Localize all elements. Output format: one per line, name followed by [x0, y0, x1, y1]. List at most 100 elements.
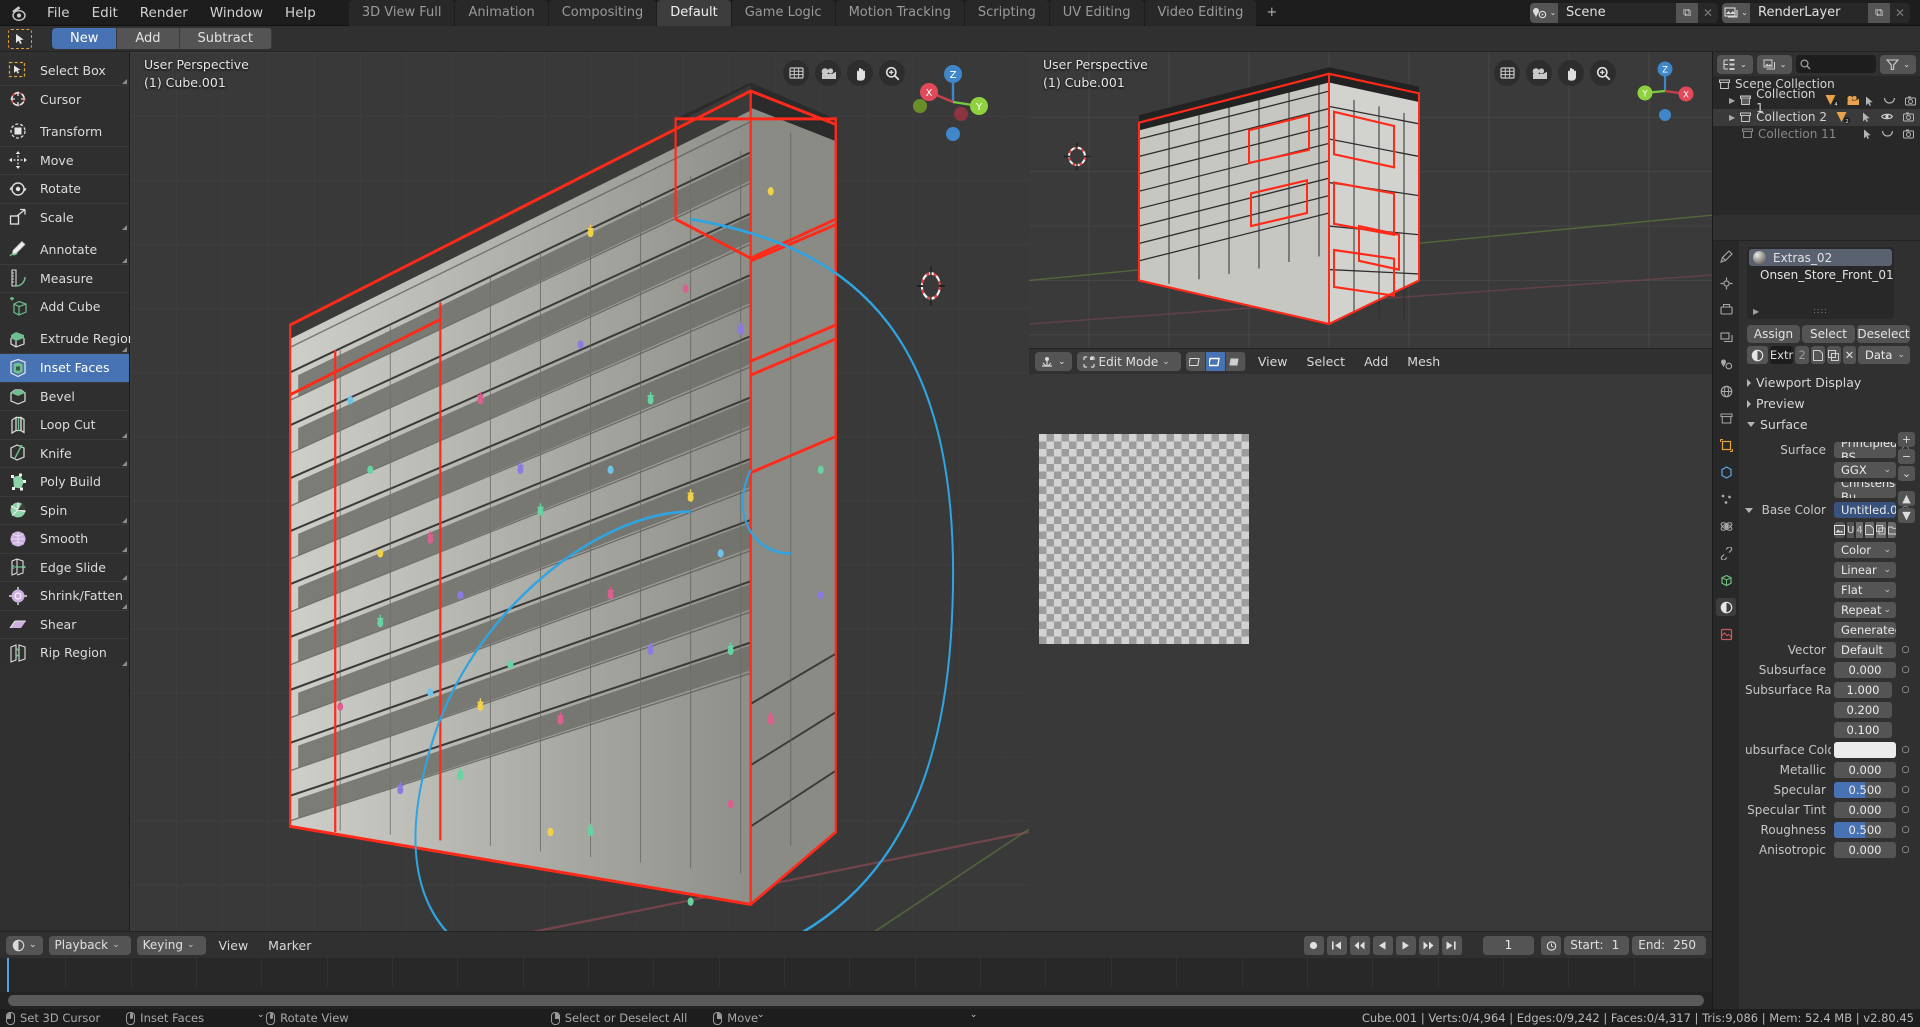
- tool-expand-corner[interactable]: [122, 225, 127, 230]
- jump-end-icon[interactable]: [1441, 935, 1462, 955]
- animate-property-icon[interactable]: ○: [1899, 662, 1912, 678]
- tool-expand-corner[interactable]: [122, 575, 127, 580]
- tool-smooth[interactable]: Smooth: [0, 524, 129, 553]
- disable-select-icon[interactable]: [1863, 129, 1872, 139]
- select-button[interactable]: Select: [1802, 325, 1855, 343]
- eye-visible-icon[interactable]: [1881, 112, 1893, 122]
- unlink-material-icon[interactable]: ✕: [1842, 346, 1856, 364]
- zoom-view-icon[interactable]: [1590, 60, 1616, 86]
- render-tab[interactable]: [1716, 274, 1736, 292]
- add-material-slot-button[interactable]: +: [1898, 432, 1915, 447]
- physics-tab[interactable]: [1716, 517, 1736, 535]
- tool-loop-cut[interactable]: Loop Cut: [0, 410, 129, 439]
- material-specials-button[interactable]: ⌄: [1898, 466, 1915, 481]
- outliner-row-scene-collection[interactable]: Scene Collection: [1713, 76, 1920, 93]
- material-slot-onsen-store-front-01[interactable]: Onsen_Store_Front_01: [1749, 266, 1894, 283]
- timeline-menu-view[interactable]: View: [212, 938, 256, 953]
- playback-popover[interactable]: Playback ⌄: [48, 935, 131, 955]
- metallic-slider[interactable]: 0.000: [1834, 762, 1896, 778]
- workspace-tab-scripting[interactable]: Scripting: [964, 0, 1049, 26]
- workspace-tab-uv-editing[interactable]: UV Editing: [1049, 0, 1144, 26]
- timeline-scroll-thumb[interactable]: [8, 995, 1704, 1006]
- texture-tab[interactable]: [1716, 625, 1736, 643]
- end-frame-field[interactable]: End: 250: [1632, 935, 1706, 955]
- material-slot-list[interactable]: Extras_02 Onsen_Store_Front_01 ▶ ::::: [1747, 247, 1894, 319]
- tool-edge-slide[interactable]: Edge Slide: [0, 552, 129, 581]
- subsurface-slider[interactable]: 0.000: [1834, 662, 1896, 678]
- select-box-icon[interactable]: [8, 28, 32, 49]
- animate-property-icon[interactable]: ○: [1899, 822, 1912, 838]
- viewport-secondary-menu-select[interactable]: Select: [1300, 354, 1353, 369]
- subsurface-radius-z[interactable]: 0.100: [1834, 722, 1892, 738]
- section-viewport-display[interactable]: Viewport Display: [1741, 372, 1916, 393]
- pan-view-icon[interactable]: [1558, 60, 1584, 86]
- texture-color-dropdown[interactable]: Color ⌄: [1834, 542, 1896, 558]
- tool-move[interactable]: Move: [0, 145, 129, 174]
- tool-transform[interactable]: Transform: [0, 117, 129, 146]
- outliner-search-input[interactable]: [1796, 55, 1877, 73]
- select-mode-add[interactable]: Add: [117, 28, 180, 49]
- tool-poly-build[interactable]: Poly Build: [0, 467, 129, 496]
- chevron-down-icon[interactable]: [1745, 508, 1753, 513]
- outliner-row-collection-2[interactable]: ▶ Collection 2 2: [1713, 109, 1920, 126]
- material-browse-icon[interactable]: [1747, 346, 1768, 364]
- copy-image-icon[interactable]: [1875, 522, 1886, 538]
- tool-tab[interactable]: [1716, 247, 1736, 265]
- tool-extrude-region[interactable]: Extrude Region: [0, 324, 136, 353]
- tool-rip-region[interactable]: Rip Region: [0, 638, 129, 667]
- new-viewlayer-button[interactable]: ⧉: [1868, 2, 1890, 23]
- outliner-row-collection-1[interactable]: ▶ Collection 1 4: [1713, 87, 1920, 115]
- texture-projection-dropdown[interactable]: Flat ⌄: [1834, 582, 1896, 598]
- material-slot-extras-02[interactable]: Extras_02: [1749, 249, 1892, 266]
- outliner-display-icon[interactable]: ⌄: [1717, 54, 1753, 74]
- jump-start-icon[interactable]: [1326, 935, 1347, 955]
- workspace-tab-compositing[interactable]: Compositing: [548, 0, 657, 26]
- uv-image-editor[interactable]: ⌄: [1029, 374, 1712, 1027]
- material-link-dropdown[interactable]: Data ⌄: [1858, 346, 1910, 364]
- hide-in-viewport-icon[interactable]: [1882, 129, 1893, 139]
- toggle-orthographic-icon[interactable]: [783, 60, 809, 86]
- deselect-button[interactable]: Deselect: [1857, 325, 1910, 343]
- menu-file[interactable]: File: [36, 2, 81, 24]
- tool-spin[interactable]: Spin: [0, 495, 129, 524]
- viewport-secondary-menu-mesh[interactable]: Mesh: [1400, 354, 1447, 369]
- camera-view-icon[interactable]: [815, 60, 841, 86]
- material-name-field[interactable]: Extr: [1769, 346, 1794, 364]
- specular-slider[interactable]: 0.500: [1834, 782, 1896, 798]
- editor-type-icon[interactable]: ⌄: [1035, 352, 1072, 371]
- copy-material-icon[interactable]: [1827, 346, 1841, 364]
- image-icon[interactable]: [1834, 522, 1845, 538]
- edge-select-icon[interactable]: [1205, 352, 1226, 371]
- viewport-secondary-menu-add[interactable]: Add: [1357, 354, 1395, 369]
- tool-add-cube[interactable]: Add Cube: [0, 292, 129, 321]
- texture-source-dropdown[interactable]: Generated⌄: [1834, 622, 1896, 638]
- animate-property-icon[interactable]: ○: [1899, 682, 1912, 698]
- material-users-count[interactable]: 2: [1795, 346, 1810, 364]
- select-mode-subtract[interactable]: Subtract: [179, 28, 272, 49]
- workspace-tab-game-logic[interactable]: Game Logic: [731, 0, 835, 26]
- face-select-icon[interactable]: [1225, 352, 1246, 371]
- texture-extension-dropdown[interactable]: Repeat ⌄: [1834, 602, 1896, 618]
- menu-render[interactable]: Render: [129, 2, 199, 24]
- viewlayer-selector[interactable]: ⌄ RenderLayer ⧉ ✕: [1722, 2, 1910, 23]
- disable-select-icon[interactable]: [1865, 96, 1874, 106]
- animate-property-icon[interactable]: ○: [1899, 782, 1912, 798]
- specular-tint-slider[interactable]: 0.000: [1834, 802, 1896, 818]
- scene-selector[interactable]: ⌄ Scene ⧉ ✕: [1530, 2, 1718, 23]
- outliner-row-collection-11[interactable]: Collection 11: [1713, 126, 1920, 143]
- blender-logo-icon[interactable]: [6, 2, 32, 24]
- animate-property-icon[interactable]: ○: [1899, 762, 1912, 778]
- base-color-texture-field[interactable]: Untitled.001: [1834, 502, 1896, 518]
- unlink-scene-button[interactable]: ✕: [1698, 3, 1718, 23]
- output-tab[interactable]: [1716, 301, 1736, 319]
- assign-button[interactable]: Assign: [1747, 325, 1800, 343]
- expand-arrow-icon[interactable]: ▶: [1729, 113, 1735, 122]
- record-icon[interactable]: [1303, 935, 1324, 955]
- workspace-tab-default[interactable]: Default: [657, 0, 731, 26]
- collection-tab[interactable]: [1716, 409, 1736, 427]
- subsurface-radius-y[interactable]: 0.200: [1834, 702, 1892, 718]
- world-tab[interactable]: [1716, 382, 1736, 400]
- tool-measure[interactable]: Measure: [0, 263, 129, 292]
- particles-tab[interactable]: [1716, 490, 1736, 508]
- new-scene-button[interactable]: ⧉: [1676, 2, 1698, 23]
